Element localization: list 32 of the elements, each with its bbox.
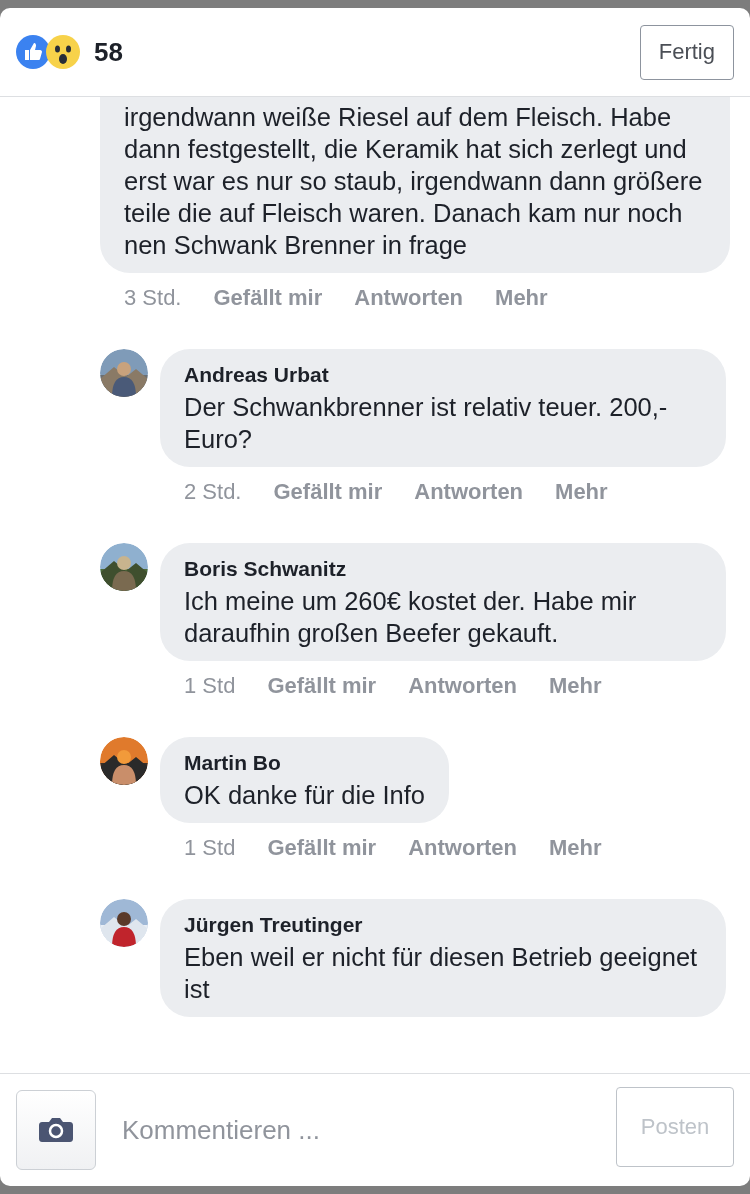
comment-author: Boris Schwanitz [184,557,348,581]
comment-author: Andreas Urbat [184,363,330,387]
like-icon [16,35,50,69]
comment-action-link[interactable]: Antworten [408,673,517,699]
comment-action-link[interactable]: Antworten [354,285,464,311]
comment-action-link[interactable]: Antworten [408,835,517,861]
comment-action-link[interactable]: Antworten [414,479,524,505]
comment-time: 3 Std. [124,285,182,311]
comment-text: Eben weil er nicht für diesen Betrieb geeignet ist [184,942,699,1005]
comment-action-link[interactable]: Gefällt mir [267,673,377,699]
comment-action-link[interactable]: Gefällt mir [267,835,377,861]
comment-action-link[interactable]: Mehr [495,285,548,311]
comment-action-link[interactable]: Mehr [548,835,602,861]
comment-input-field[interactable]: Kommentieren ... [120,1113,592,1147]
reaction-count: 58 [94,36,123,68]
comment-action-link[interactable]: Gefällt mir [213,285,323,311]
comment-action-link[interactable]: Mehr [555,479,608,505]
comment-author: Jürgen Treutinger [184,913,364,937]
wow-emoji-icon [46,35,80,69]
comment-text: OK danke für die Info [184,780,425,811]
comment-time: 1 Std [184,673,236,699]
comment-text: Ich meine um 260€ kostet der. Habe mir daraufhin großen Beefer gekauft. [184,586,638,649]
camera-button[interactable] [16,1090,96,1170]
camera-icon [39,1116,73,1144]
comment-time: 2 Std. [184,479,242,505]
comment-action-link[interactable]: Gefällt mir [273,479,383,505]
comment-time: 1 Std [184,835,236,861]
comment-text: irgendwann weiße Riesel auf dem Fleisch. Habe dann festgestellt, die Keramik hat sich zerlegt und erst war es nur so staub, irgendwann dann größere teile die auf Fleisch waren. Danach kam nur noch nen Schwank Brenner in frage [124,102,704,261]
comment-action-link[interactable]: Mehr [548,673,602,699]
comment-author: Martin Bo [184,751,282,775]
done-button[interactable]: Fertig [639,24,734,80]
comment-text: Der Schwankbrenner ist relativ teuer. 200,- Euro? [184,392,669,455]
